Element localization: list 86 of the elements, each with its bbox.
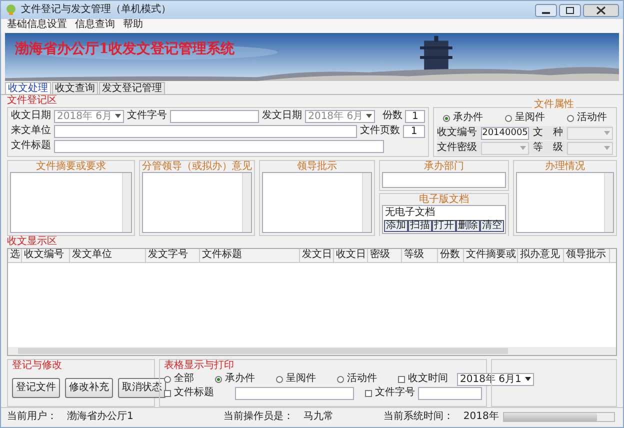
field-label: 份数: [382, 110, 402, 122]
checkbox[interactable]: 文件标题: [164, 387, 214, 399]
radio-button[interactable]: 呈阅件: [505, 112, 545, 124]
status-value: 渤海省办公厅1: [67, 411, 134, 423]
status-value: 马九常: [303, 411, 334, 423]
panel-title: 电子版文档: [418, 194, 470, 205]
radio-button[interactable]: 承办件: [443, 112, 483, 124]
date-picker[interactable]: 2018年 6月: [305, 110, 376, 122]
menu-item[interactable]: 基础信息设置: [7, 19, 67, 33]
input-field[interactable]: [54, 124, 357, 138]
small-button[interactable]: 清空: [480, 220, 504, 232]
field-label: 收文日期: [11, 110, 51, 122]
input-field[interactable]: [235, 386, 354, 400]
caret-icon: [520, 146, 526, 150]
field-label: 发文日期: [262, 110, 302, 122]
text-area[interactable]: [142, 172, 252, 233]
input-field[interactable]: [54, 140, 384, 152]
radio-button[interactable]: 全部: [164, 373, 194, 385]
radio-button[interactable]: 活动件: [337, 373, 377, 385]
window-title: 文件登记与发文管理（单机模式）: [21, 4, 171, 16]
close-button[interactable]: [583, 4, 619, 16]
dropdown[interactable]: [567, 126, 613, 140]
field-label: 文件标题: [11, 140, 51, 152]
horizontal-scrollbar[interactable]: [8, 347, 616, 355]
panel-title: 文件摘要或要求: [35, 161, 107, 172]
status-label: 当前用户：: [7, 411, 57, 423]
small-button[interactable]: 添加: [384, 220, 408, 232]
caret-icon: [366, 114, 372, 118]
field-label: 文件字号: [127, 110, 168, 122]
checkbox[interactable]: 文件字号: [365, 387, 416, 399]
field-label: 收文编号: [437, 127, 477, 139]
field-label: 文件密级: [437, 142, 477, 154]
panel-title: 领导批示: [296, 161, 338, 172]
panel-title: 分管领导（或拟办）意见: [142, 161, 252, 172]
menu-item[interactable]: 信息查询: [75, 19, 115, 33]
small-button[interactable]: 打开: [432, 220, 456, 232]
dropdown[interactable]: [481, 142, 529, 154]
status-value: 2018年: [463, 411, 499, 423]
input-field[interactable]: 20140005: [481, 126, 529, 140]
menu-item[interactable]: 帮助: [123, 19, 143, 33]
minimize-button[interactable]: [535, 4, 557, 16]
radio-button[interactable]: 呈阅件: [276, 373, 316, 385]
tab[interactable]: 收文查询: [52, 82, 98, 94]
field-label: 等 级: [533, 142, 563, 154]
small-button[interactable]: 扫描: [408, 220, 432, 232]
document-status: 无电子文档: [384, 206, 436, 220]
caret-icon: [115, 114, 122, 118]
dropdown[interactable]: [567, 142, 613, 154]
caret-icon: [604, 131, 610, 136]
column-header[interactable]: 选: [8, 249, 22, 262]
action-button[interactable]: 修改补充: [65, 378, 113, 398]
tab[interactable]: 发文登记管理: [99, 82, 165, 94]
banner-title: 渤海省办公厅1收发文登记管理系统: [15, 41, 235, 57]
radio-button[interactable]: 承办件: [215, 373, 255, 385]
date-picker[interactable]: 2018年 6月: [54, 110, 124, 122]
input-field[interactable]: [418, 386, 482, 400]
tab[interactable]: 收文处理: [5, 82, 51, 94]
field-label: 文件页数: [360, 125, 400, 137]
group-title: 表格显示与打印: [164, 360, 234, 372]
text-area[interactable]: [516, 172, 614, 233]
status-label: 当前操作员是：: [223, 411, 294, 423]
group-title: 登记与修改: [12, 360, 62, 372]
panel-title: 办理情况: [544, 161, 586, 172]
input-field[interactable]: 1: [405, 110, 425, 122]
text-area[interactable]: [10, 172, 132, 233]
text-area[interactable]: [262, 172, 372, 233]
caret-icon: [604, 146, 610, 150]
section-title: 收文显示区: [7, 236, 57, 248]
field-label: 文 种: [533, 127, 563, 139]
panel-title: 承办部门: [423, 161, 465, 172]
maximize-button[interactable]: [559, 4, 581, 16]
input-field[interactable]: [170, 110, 260, 122]
status-label: 当前系统时间：: [383, 411, 454, 423]
column-header[interactable]: 领导批示: [564, 249, 610, 262]
group-title: 文件属性: [532, 99, 576, 111]
action-button[interactable]: 登记文件: [12, 378, 60, 398]
radio-button[interactable]: 活动件: [567, 112, 607, 124]
field-label: 来文单位: [11, 125, 51, 137]
text-area[interactable]: [382, 172, 506, 188]
column-header[interactable]: 份数: [438, 249, 464, 262]
checkbox[interactable]: 收文时间: [398, 373, 448, 385]
input-field[interactable]: 1: [403, 124, 425, 138]
column-header[interactable]: 等级: [402, 249, 438, 262]
app-icon: [5, 4, 17, 16]
caret-icon: [524, 376, 531, 381]
small-button[interactable]: 删除: [456, 220, 480, 232]
